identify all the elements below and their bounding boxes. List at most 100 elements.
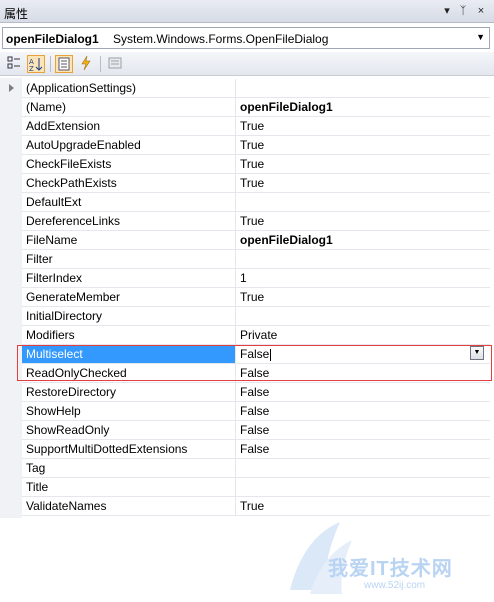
property-value[interactable]: openFileDialog1 <box>236 98 490 117</box>
events-icon[interactable] <box>77 55 95 73</box>
property-value[interactable]: True <box>236 497 490 516</box>
expand-arrow-icon[interactable] <box>9 84 14 92</box>
property-row[interactable]: GenerateMember True <box>0 288 490 307</box>
properties-icon[interactable] <box>55 55 73 73</box>
property-row[interactable]: InitialDirectory <box>0 307 490 326</box>
property-row[interactable]: AddExtension True <box>0 117 490 136</box>
toolbar-separator <box>100 56 101 72</box>
property-value-text: False <box>240 442 270 456</box>
property-row[interactable]: Filter <box>0 250 490 269</box>
property-value[interactable] <box>236 79 490 98</box>
property-row[interactable]: SupportMultiDottedExtensions False <box>0 440 490 459</box>
property-row[interactable]: ValidateNames True <box>0 497 490 516</box>
properties-titlebar: 属性 ▾ ᛉ × <box>0 0 494 23</box>
property-name[interactable]: DefaultExt <box>22 193 236 212</box>
property-value-text: Private <box>240 328 278 342</box>
property-name[interactable]: CheckFileExists <box>22 155 236 174</box>
property-row[interactable]: RestoreDirectory False <box>0 383 490 402</box>
property-name[interactable]: ShowReadOnly <box>22 421 236 440</box>
property-value-text: True <box>240 119 265 133</box>
property-pages-icon[interactable] <box>106 55 124 73</box>
property-name[interactable]: (Name) <box>22 98 236 117</box>
property-value[interactable] <box>236 250 490 269</box>
property-name[interactable]: DereferenceLinks <box>22 212 236 231</box>
property-value-text: False <box>240 423 270 437</box>
property-value[interactable]: Private <box>236 326 490 345</box>
property-name[interactable]: Multiselect <box>22 345 236 364</box>
close-icon[interactable]: × <box>474 4 488 18</box>
property-value-text: True <box>240 214 265 228</box>
property-name[interactable]: ValidateNames <box>22 497 236 516</box>
object-selector[interactable]: openFileDialog1 System.Windows.Forms.Ope… <box>2 27 490 49</box>
toolbar-separator <box>50 56 51 72</box>
property-value[interactable]: True <box>236 174 490 193</box>
property-name[interactable]: (ApplicationSettings) <box>22 79 236 98</box>
property-row[interactable]: ShowReadOnly False <box>0 421 490 440</box>
property-row[interactable]: CheckFileExists True <box>0 155 490 174</box>
property-row[interactable]: ReadOnlyChecked False <box>0 364 490 383</box>
property-value[interactable]: False <box>236 402 490 421</box>
property-value[interactable] <box>236 459 490 478</box>
property-value[interactable]: True <box>236 288 490 307</box>
property-value-text: True <box>240 499 265 513</box>
property-value-text: False <box>240 347 270 361</box>
chevron-down-icon[interactable]: ▼ <box>476 32 485 42</box>
property-value[interactable] <box>236 307 490 326</box>
property-value[interactable]: True <box>236 136 490 155</box>
property-value[interactable]: True <box>236 212 490 231</box>
property-name[interactable]: ShowHelp <box>22 402 236 421</box>
property-row[interactable]: (Name) openFileDialog1 <box>0 98 490 117</box>
property-name[interactable]: Tag <box>22 459 236 478</box>
property-name[interactable]: AddExtension <box>22 117 236 136</box>
property-name[interactable]: ReadOnlyChecked <box>22 364 236 383</box>
property-value[interactable]: True <box>236 155 490 174</box>
property-value[interactable] <box>236 478 490 497</box>
property-row[interactable]: Multiselect False ▼ <box>0 345 490 364</box>
property-value[interactable]: True <box>236 117 490 136</box>
property-value[interactable]: False <box>236 440 490 459</box>
property-name[interactable]: AutoUpgradeEnabled <box>22 136 236 155</box>
property-row[interactable]: DereferenceLinks True <box>0 212 490 231</box>
property-value-text: True <box>240 157 265 171</box>
property-value-text: True <box>240 138 265 152</box>
property-row[interactable]: ShowHelp False <box>0 402 490 421</box>
property-value-text: True <box>240 176 265 190</box>
property-value[interactable]: openFileDialog1 <box>236 231 490 250</box>
property-name[interactable]: CheckPathExists <box>22 174 236 193</box>
property-name[interactable]: GenerateMember <box>22 288 236 307</box>
property-name[interactable]: Modifiers <box>22 326 236 345</box>
property-value-text: openFileDialog1 <box>240 233 333 247</box>
property-row[interactable]: CheckPathExists True <box>0 174 490 193</box>
property-value-text: 1 <box>240 271 247 285</box>
property-row[interactable]: DefaultExt <box>0 193 490 212</box>
property-value-text: False <box>240 385 270 399</box>
properties-toolbar: AZ <box>0 52 494 76</box>
property-row[interactable]: (ApplicationSettings) <box>0 79 490 98</box>
property-value[interactable]: False <box>236 421 490 440</box>
property-row[interactable]: Tag <box>0 459 490 478</box>
property-value[interactable]: False <box>236 364 490 383</box>
property-value[interactable] <box>236 193 490 212</box>
property-value-text: True <box>240 290 265 304</box>
property-name[interactable]: Filter <box>22 250 236 269</box>
property-row[interactable]: Modifiers Private <box>0 326 490 345</box>
property-value-text: False <box>240 366 270 380</box>
property-row[interactable]: AutoUpgradeEnabled True <box>0 136 490 155</box>
property-row[interactable]: FileName openFileDialog1 <box>0 231 490 250</box>
property-name[interactable]: FilterIndex <box>22 269 236 288</box>
property-name[interactable]: InitialDirectory <box>22 307 236 326</box>
property-name[interactable]: SupportMultiDottedExtensions <box>22 440 236 459</box>
property-row[interactable]: FilterIndex 1 <box>0 269 490 288</box>
value-dropdown-button[interactable]: ▼ <box>470 346 484 360</box>
property-name[interactable]: FileName <box>22 231 236 250</box>
property-name[interactable]: Title <box>22 478 236 497</box>
property-name[interactable]: RestoreDirectory <box>22 383 236 402</box>
alphabetical-icon[interactable]: AZ <box>27 55 45 73</box>
property-row[interactable]: Title <box>0 478 490 497</box>
categorized-icon[interactable] <box>5 55 23 73</box>
property-value[interactable]: False ▼ <box>236 345 490 364</box>
pin-icon[interactable]: ᛉ <box>456 4 470 18</box>
window-position-dropdown-icon[interactable]: ▾ <box>440 4 454 18</box>
property-value[interactable]: False <box>236 383 490 402</box>
property-value[interactable]: 1 <box>236 269 490 288</box>
